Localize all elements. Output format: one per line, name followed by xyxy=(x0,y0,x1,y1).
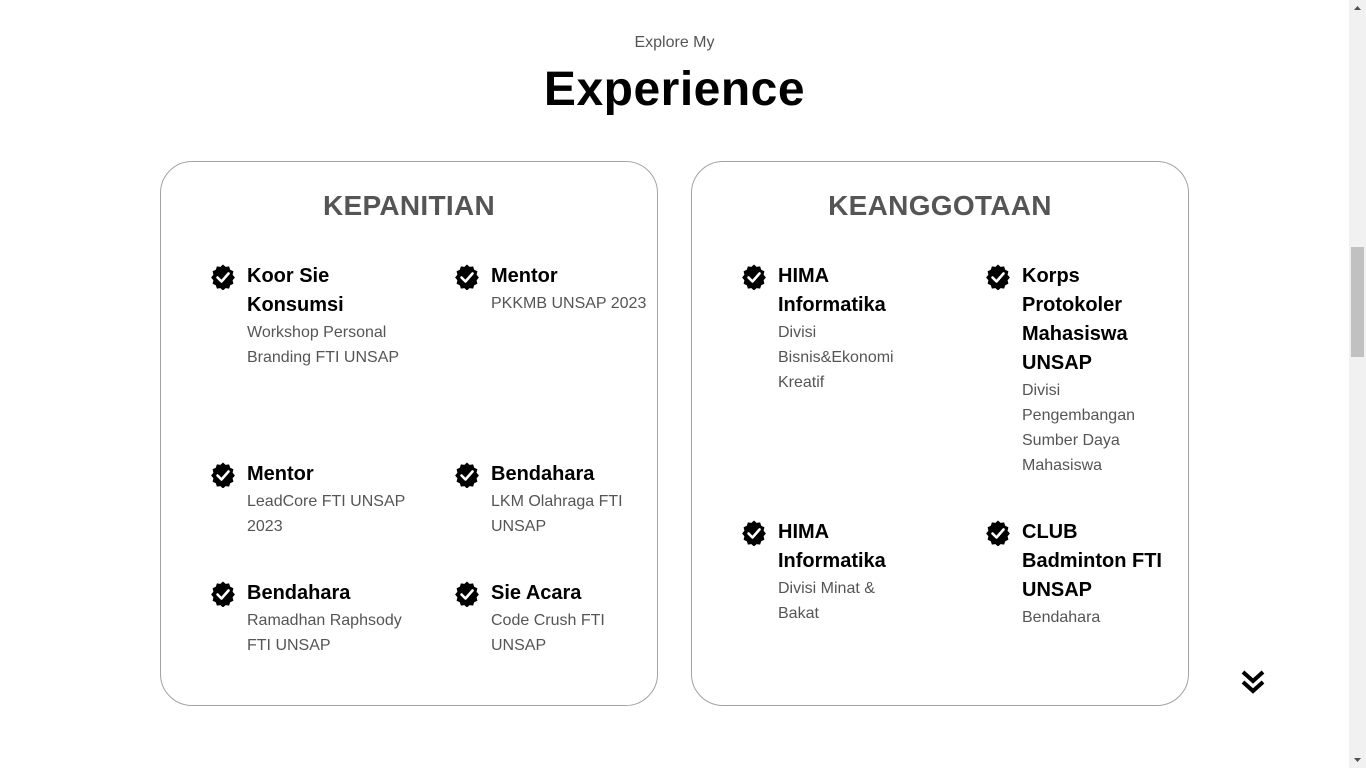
experience-org: Divisi Pengembangan Sumber Daya Mahasisw… xyxy=(1022,382,1135,474)
experience-role: Mentor xyxy=(491,265,558,287)
section-title: Experience xyxy=(543,63,806,116)
experience-role: Bendahara xyxy=(491,463,595,485)
scroll-down-arrow-icon[interactable] xyxy=(1349,751,1366,768)
check-badge-icon xyxy=(210,462,236,488)
check-badge-icon xyxy=(741,520,767,546)
experience-role: Sie Acara xyxy=(491,582,582,604)
experience-role: HIMA Informatika xyxy=(778,265,886,316)
experience-org: Bendahara xyxy=(1022,609,1101,626)
check-badge-icon xyxy=(210,581,236,607)
experience-org: Code Crush FTI UNSAP xyxy=(491,612,605,654)
experience-org: Divisi Minat & Bakat xyxy=(778,580,875,622)
experience-org: LKM Olahraga FTI UNSAP xyxy=(491,493,623,535)
card-title: KEPANITIAN xyxy=(322,190,496,221)
experience-role: HIMA Informatika xyxy=(778,521,886,572)
experience-org: LeadCore FTI UNSAP 2023 xyxy=(247,493,405,535)
page: Explore My Experience KEPANITIAN Koor Si… xyxy=(0,0,1366,768)
scroll-up-arrow-icon[interactable] xyxy=(1349,0,1366,17)
experience-org: PKKMB UNSAP 2023 xyxy=(491,295,647,312)
keanggotaan-card: KEANGGOTAAN HIMA Informatika Divisi Bisn… xyxy=(691,161,1189,706)
experience-role: Bendahara xyxy=(247,582,351,604)
scrollbar-thumb[interactable] xyxy=(1351,247,1364,357)
experience-role: Koor Sie Konsumsi xyxy=(247,265,344,316)
check-badge-icon xyxy=(985,520,1011,546)
experience-role: Mentor xyxy=(247,463,314,485)
double-chevron-down-icon[interactable] xyxy=(1240,668,1266,696)
check-badge-icon xyxy=(741,264,767,290)
section-subtitle: Explore My xyxy=(634,34,715,51)
experience-org: Divisi Bisnis&Ekonomi Kreatif xyxy=(778,324,894,391)
check-badge-icon xyxy=(210,264,236,290)
experience-org: Workshop Personal Branding FTI UNSAP xyxy=(247,324,400,366)
vertical-scrollbar[interactable] xyxy=(1349,0,1366,768)
check-badge-icon xyxy=(454,462,480,488)
card-title: KEANGGOTAAN xyxy=(828,190,1052,221)
check-badge-icon xyxy=(985,264,1011,290)
check-badge-icon xyxy=(454,264,480,290)
experience-org: Ramadhan Raphsody FTI UNSAP xyxy=(247,612,402,654)
experience-role: Korps Protokoler Mahasiswa UNSAP xyxy=(1022,265,1128,374)
check-badge-icon xyxy=(454,581,480,607)
experience-role: CLUB Badminton FTI UNSAP xyxy=(1022,521,1162,601)
kepanitian-card: KEPANITIAN Koor Sie Konsumsi Workshop Pe… xyxy=(160,161,658,706)
